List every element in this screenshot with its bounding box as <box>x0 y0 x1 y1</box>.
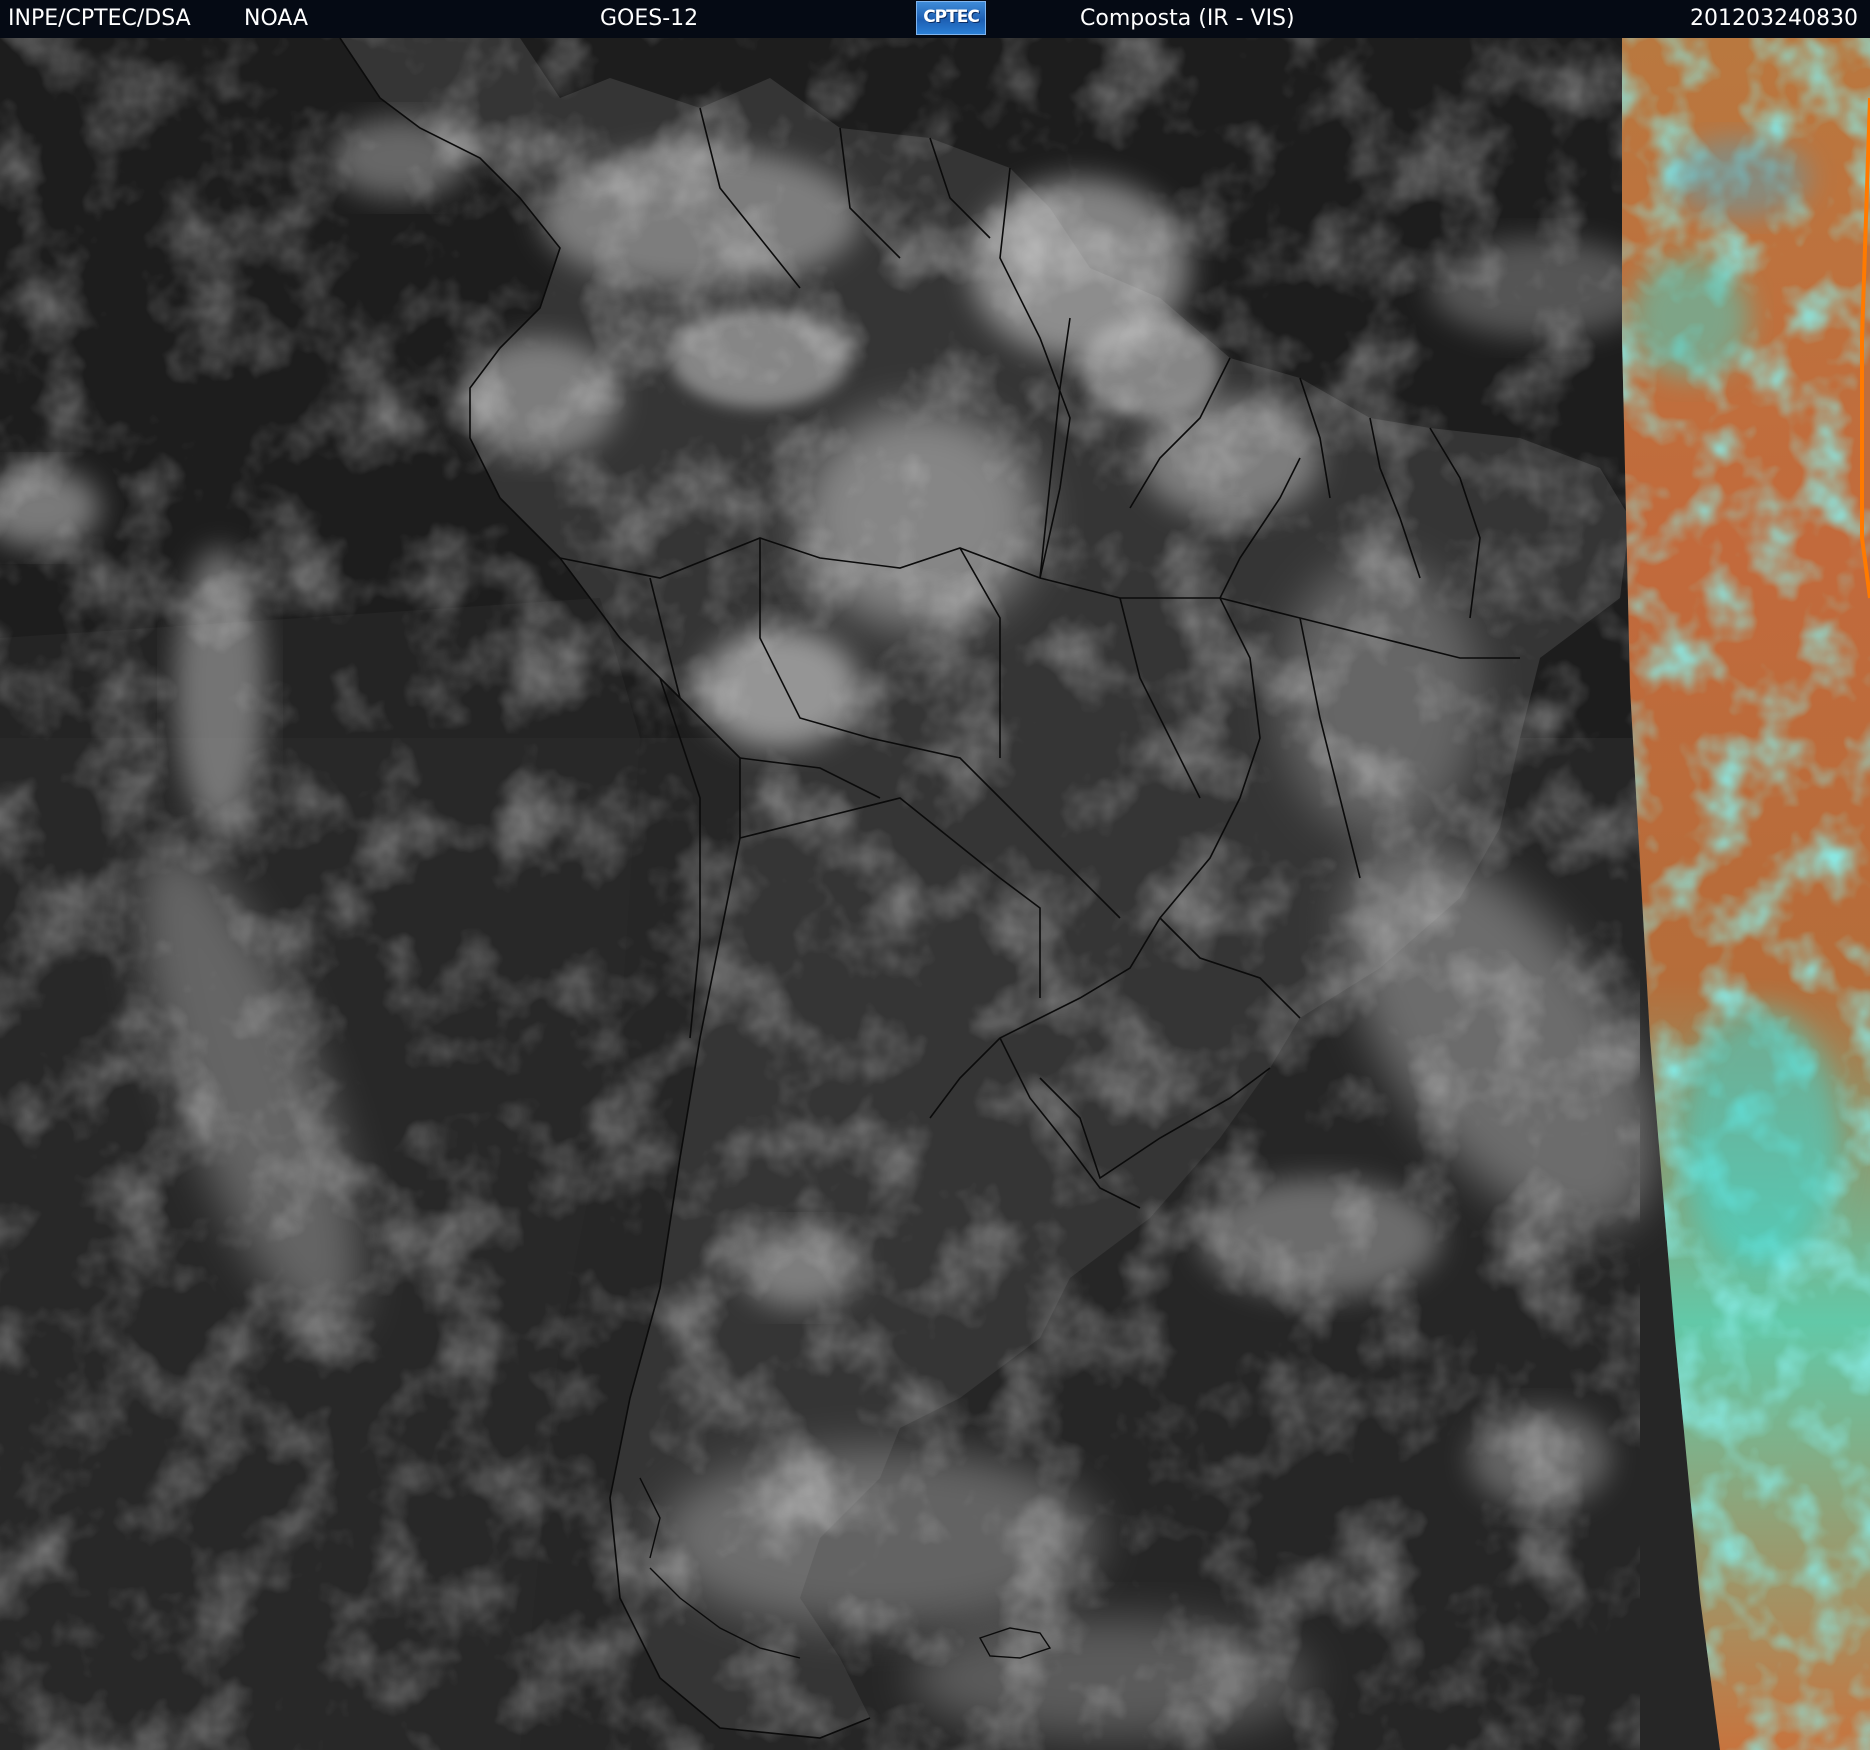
cptec-logo: CPTEC <box>916 1 986 35</box>
header-bar: INPE/CPTEC/DSA NOAA GOES-12 CPTEC Compos… <box>0 0 1870 38</box>
timestamp-label: 201203240830 <box>1690 6 1858 31</box>
product-label: Composta (IR - VIS) <box>1080 6 1295 31</box>
agency-label: NOAA <box>244 6 309 31</box>
source-label: INPE/CPTEC/DSA <box>8 6 191 31</box>
satellite-imagery <box>0 38 1870 1750</box>
satellite-image-frame: INPE/CPTEC/DSA NOAA GOES-12 CPTEC Compos… <box>0 0 1870 1750</box>
satellite-label: GOES-12 <box>600 6 699 31</box>
composite-map <box>0 38 1870 1750</box>
